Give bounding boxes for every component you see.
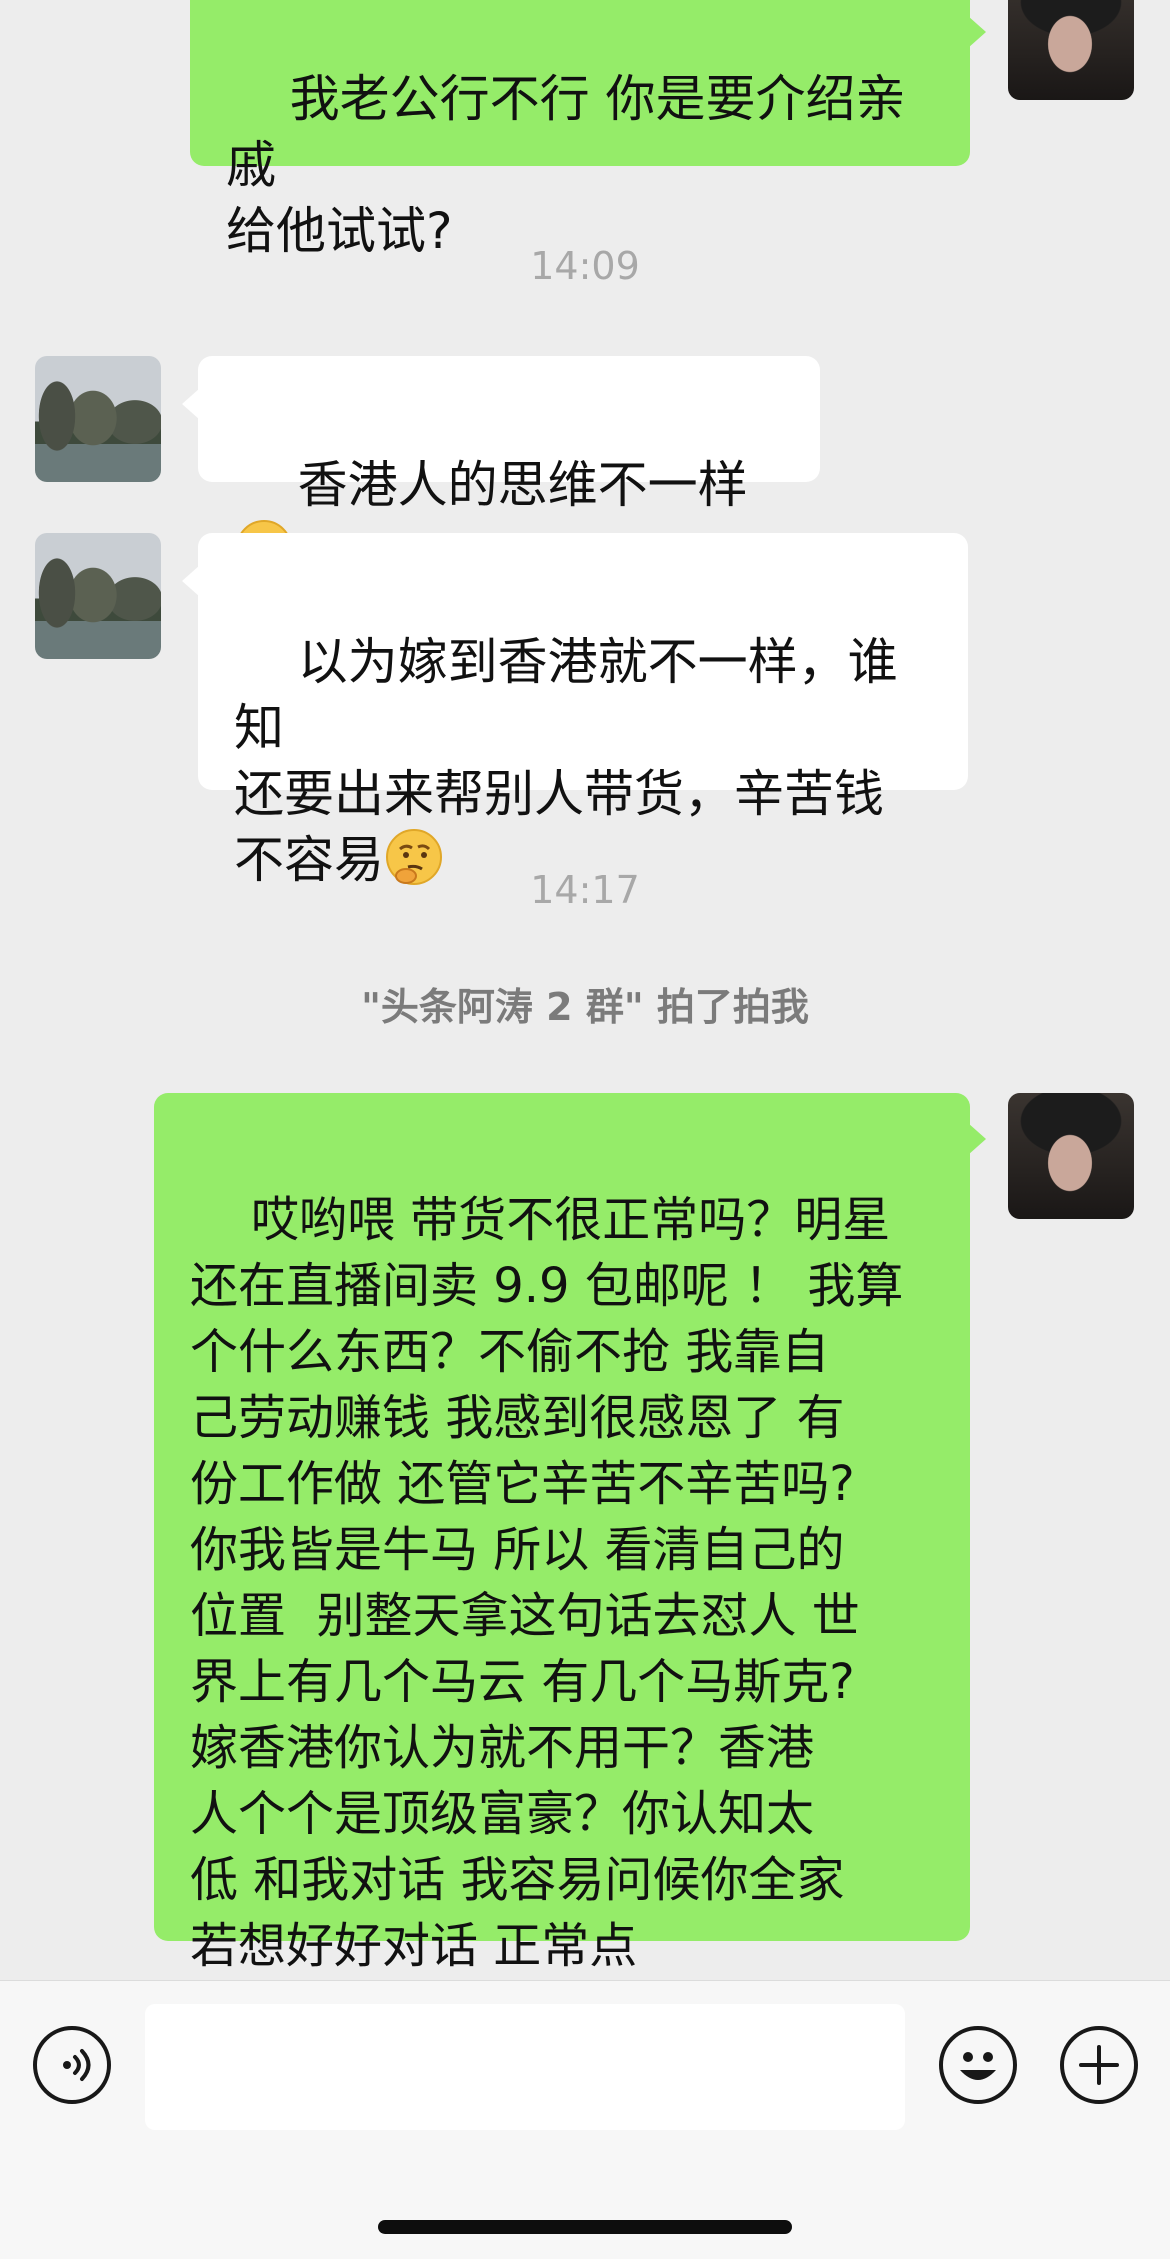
system-notice: "头条阿涛 2 群" 拍了拍我 [361, 985, 809, 1029]
timestamp: 14:09 [530, 244, 640, 288]
voice-icon [63, 2049, 91, 2081]
message-bubble-contact[interactable]: 香港人的思维不一样 [182, 356, 820, 576]
message-text: 哎哟喂 带货不很正常吗？明星 还在直播间卖 9.9 包邮呢 ！ 我算 个什么东西… [190, 1192, 904, 1974]
chat-area[interactable]: 我老公行不行 你是要介绍亲戚 给他试试? 14:09 香港人的思维不一样 以为嫁… [0, 0, 1170, 1980]
emoji-button[interactable] [939, 2026, 1017, 2104]
message-text: 以为嫁到香港就不一样，谁知 还要出来帮别人带货，辛苦钱 不容易 [234, 633, 898, 889]
message-bubble-self[interactable]: 哎哟喂 带货不很正常吗？明星 还在直播间卖 9.9 包邮呢 ！ 我算 个什么东西… [154, 1093, 986, 1974]
timestamp: 14:17 [530, 868, 640, 912]
message-bubble-self[interactable]: 我老公行不行 你是要介绍亲戚 给他试试? [190, 0, 986, 260]
home-indicator[interactable] [378, 2220, 792, 2234]
message-text: 我老公行不行 你是要介绍亲戚 给他试试? [226, 70, 906, 260]
message-input[interactable] [145, 2004, 905, 2130]
plus-icon [1079, 2045, 1119, 2085]
message-text: 香港人的思维不一样 [297, 456, 748, 514]
avatar-self[interactable] [1008, 0, 1134, 100]
avatar-contact[interactable] [35, 356, 161, 482]
message-bubble-contact[interactable]: 以为嫁到香港就不一样，谁知 还要出来帮别人带货，辛苦钱 不容易 [182, 533, 968, 889]
voice-button[interactable] [33, 2026, 111, 2104]
avatar-contact[interactable] [35, 533, 161, 659]
emoji-icon [960, 2052, 996, 2080]
plus-button[interactable] [1060, 2026, 1138, 2104]
input-bar [0, 1980, 1170, 2259]
avatar-self[interactable] [1008, 1093, 1134, 1219]
